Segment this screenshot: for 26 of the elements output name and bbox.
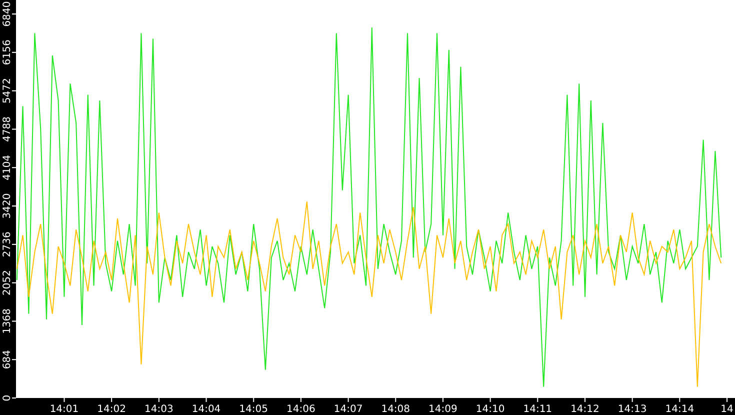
y-axis-label: 1368	[2, 308, 13, 334]
x-axis-label: 14:05	[239, 404, 268, 415]
y-axis-label: 4788	[2, 116, 13, 142]
y-axis-label: 6840	[2, 1, 13, 27]
x-axis-label: 14:13	[618, 404, 647, 415]
y-axis-label: 0	[2, 394, 13, 402]
y-axis-label: 4104	[2, 154, 13, 180]
y-axis-label: 2736	[2, 232, 13, 258]
x-axis-label: 14	[720, 404, 734, 415]
x-axis-label: 14:11	[523, 404, 552, 415]
x-axis-label: 14:06	[286, 404, 316, 415]
x-axis-label: 14:10	[476, 404, 505, 415]
x-axis-label: 14:12	[570, 404, 600, 415]
x-axis-label: 14:07	[334, 404, 363, 415]
x-axis-label: 14:09	[428, 404, 458, 415]
y-axis-label: 684	[2, 350, 13, 370]
y-axis-label: 5472	[2, 78, 13, 104]
x-axis-label: 14:02	[97, 404, 126, 415]
x-axis-label: 14:08	[381, 404, 410, 415]
y-axis-label: 6156	[2, 40, 13, 66]
y-axis-label: 2052	[2, 270, 13, 296]
x-axis-label: 14:03	[144, 404, 174, 415]
y-axis-label: 3420	[2, 193, 13, 219]
x-axis-label: 14:04	[192, 404, 221, 415]
x-axis-label: 14:01	[50, 404, 79, 415]
x-axis-label: 14:14	[665, 404, 694, 415]
